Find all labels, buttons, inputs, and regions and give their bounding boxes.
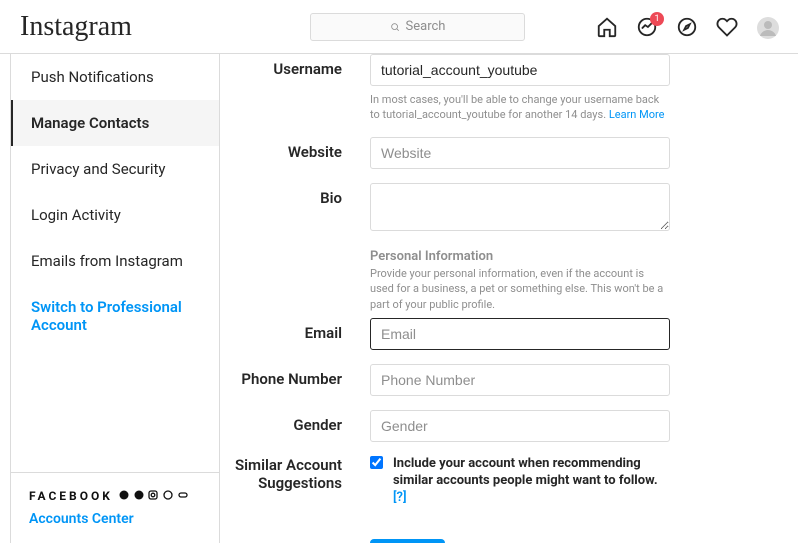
sidebar-item-manage-contacts[interactable]: Manage Contacts	[11, 100, 219, 146]
similar-accounts-checkbox[interactable]	[370, 456, 383, 469]
settings-sidebar: Push Notifications Manage Contacts Priva…	[10, 54, 220, 543]
search-placeholder: Search	[406, 19, 446, 34]
gender-input[interactable]	[370, 410, 670, 442]
instagram-logo[interactable]: Instagram	[20, 11, 310, 43]
email-label: Email	[230, 318, 370, 350]
phone-label: Phone Number	[230, 364, 370, 396]
instagram-small-icon	[148, 490, 158, 500]
search-icon	[390, 22, 400, 32]
submit-button[interactable]: Submit	[370, 539, 445, 543]
website-label: Website	[230, 137, 370, 169]
sidebar-item-emails[interactable]: Emails from Instagram	[11, 238, 219, 284]
sidebar-item-switch-professional[interactable]: Switch to Professional Account	[11, 284, 219, 348]
bio-textarea[interactable]	[370, 183, 670, 231]
phone-input[interactable]	[370, 364, 670, 396]
similar-accounts-label: Include your account when recommending s…	[393, 456, 670, 507]
bio-label: Bio	[230, 183, 370, 235]
sidebar-item-push-notifications[interactable]: Push Notifications	[11, 54, 219, 100]
facebook-text: FACEBOOK	[29, 489, 113, 503]
messenger-icon[interactable]: 1	[636, 16, 658, 38]
facebook-app-icons	[119, 490, 188, 503]
edit-profile-form: Username In most cases, you'll be able t…	[220, 54, 798, 543]
profile-avatar-icon[interactable]	[756, 16, 778, 38]
accounts-center-link[interactable]: Accounts Center	[29, 511, 201, 527]
username-label: Username	[230, 54, 370, 86]
home-icon[interactable]	[596, 16, 618, 38]
website-input[interactable]	[370, 137, 670, 169]
search-wrap: Search	[310, 13, 525, 41]
sidebar-item-privacy-security[interactable]: Privacy and Security	[11, 146, 219, 192]
username-input[interactable]	[370, 54, 670, 86]
activity-heart-icon[interactable]	[716, 16, 738, 38]
messenger-small-icon	[134, 490, 144, 500]
personal-info-heading: Personal Information	[370, 249, 670, 264]
similar-help-icon[interactable]: [?]	[393, 490, 407, 505]
sidebar-footer: FACEBOOK Accounts Center	[11, 472, 219, 543]
oculus-small-icon	[178, 490, 188, 500]
similar-label: Similar AccountSuggestions	[230, 456, 370, 507]
top-nav: Instagram Search 1	[0, 0, 798, 54]
username-helper: In most cases, you'll be able to change …	[370, 92, 670, 123]
explore-icon[interactable]	[676, 16, 698, 38]
nav-icons: 1	[596, 16, 778, 38]
sidebar-item-login-activity[interactable]: Login Activity	[11, 192, 219, 238]
gender-label: Gender	[230, 410, 370, 442]
personal-info-helper: Provide your personal information, even …	[370, 266, 670, 312]
notification-badge: 1	[650, 12, 664, 26]
fb-circle-icon	[119, 490, 129, 500]
email-input[interactable]	[370, 318, 670, 350]
search-input[interactable]: Search	[310, 13, 525, 41]
whatsapp-small-icon	[163, 490, 173, 500]
facebook-brand: FACEBOOK	[29, 489, 201, 503]
learn-more-link[interactable]: Learn More	[609, 108, 665, 121]
